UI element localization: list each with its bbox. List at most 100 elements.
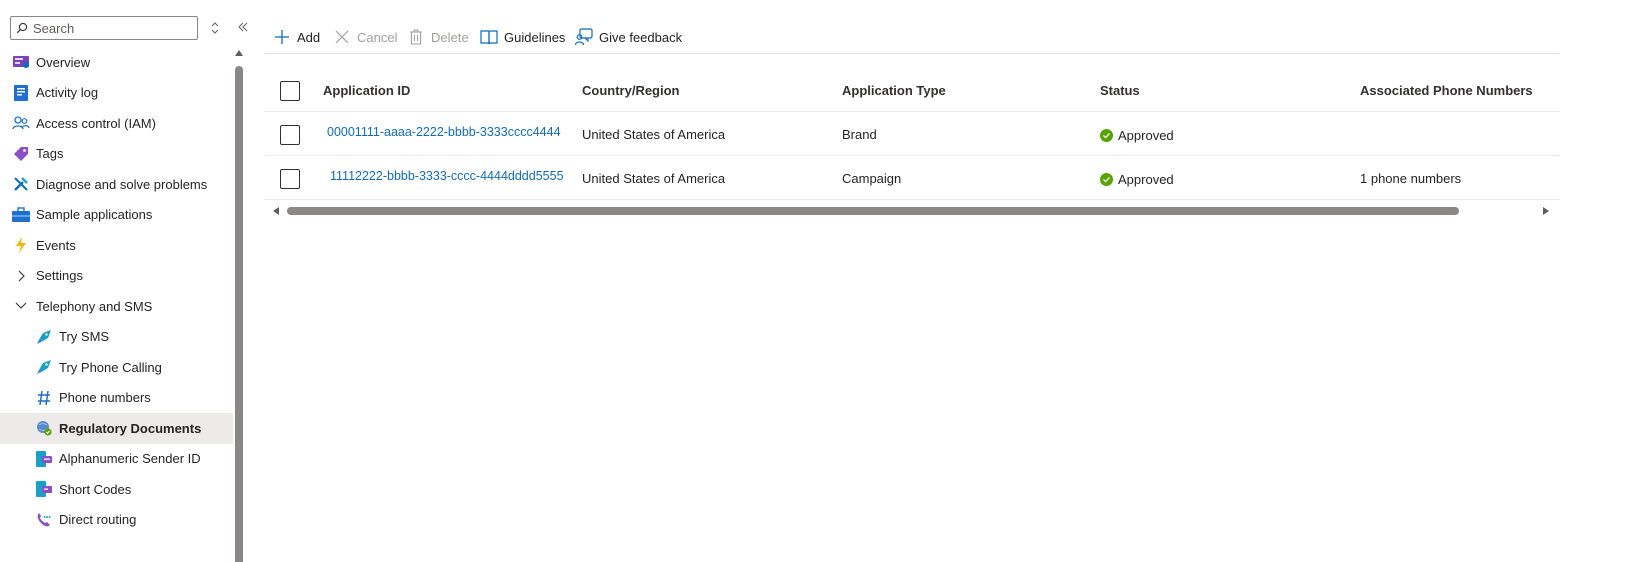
document-check-icon: [35, 419, 53, 437]
sidebar-item-try-phone-calling[interactable]: Try Phone Calling: [0, 352, 233, 383]
phone-routing-icon: [35, 511, 53, 529]
status-text: Approved: [1118, 127, 1174, 143]
sidebar-item-activity-log[interactable]: Activity log: [0, 78, 233, 109]
sidebar-item-label: Try SMS: [59, 329, 110, 345]
column-header-application-id[interactable]: Application ID: [323, 68, 410, 112]
delete-label: Delete: [431, 29, 469, 45]
sidebar-item-try-sms[interactable]: Try SMS: [0, 322, 233, 353]
horizontal-scrollbar-thumb[interactable]: [287, 207, 1459, 215]
collapse-menu-icon[interactable]: [234, 18, 252, 36]
sidebar-item-diagnose[interactable]: Diagnose and solve problems: [0, 169, 233, 200]
menu-search-input[interactable]: [33, 19, 193, 37]
column-header-associated-phone-numbers[interactable]: Associated Phone Numbers: [1360, 68, 1533, 112]
column-header-application-type[interactable]: Application Type: [842, 68, 946, 112]
add-button[interactable]: Add: [273, 26, 320, 48]
sidebar-item-tags[interactable]: Tags: [0, 139, 233, 170]
plus-icon: [273, 28, 291, 46]
book-icon: [480, 28, 498, 46]
associated-phone-numbers-cell: 1 phone numbers: [1360, 170, 1462, 186]
sidebar-item-label: Tags: [36, 146, 64, 162]
lightning-icon: [12, 236, 30, 254]
sidebar-item-direct-routing[interactable]: Direct routing: [0, 505, 233, 536]
hash-icon: [35, 389, 53, 407]
scroll-left-arrow-icon[interactable]: [273, 207, 279, 215]
sidebar-item-regulatory-documents[interactable]: Regulatory Documents: [0, 413, 233, 444]
sidebar-item-phone-numbers[interactable]: Phone numbers: [0, 383, 233, 414]
sidebar-item-label: Short Codes: [59, 481, 132, 497]
sidebar-item-label: Diagnose and solve problems: [36, 176, 208, 192]
sidebar-item-label: Regulatory Documents: [59, 420, 202, 436]
sidebar-item-label: Overview: [36, 54, 91, 70]
menu-scrollbar-thumb[interactable]: [235, 66, 243, 562]
search-icon: [16, 22, 28, 34]
tag-icon: [12, 145, 30, 163]
people-icon: [12, 114, 30, 132]
sidebar-group-telephony-sms[interactable]: Telephony and SMS: [0, 291, 233, 322]
application-id-text[interactable]: 00001111-aaaa-2222-bbbb-3333cccc4444: [327, 125, 561, 139]
add-label: Add: [297, 29, 321, 45]
sidebar-item-sample-applications[interactable]: Sample applications: [0, 200, 233, 231]
approved-check-icon: [1100, 172, 1113, 186]
country-region-cell: United States of America: [582, 170, 726, 186]
sidebar-item-label: Telephony and SMS: [36, 298, 153, 314]
sidebar-item-label: Alphanumeric Sender ID: [59, 451, 201, 467]
sidebar-item-short-codes[interactable]: Short Codes: [0, 474, 233, 505]
activity-log-icon: [12, 84, 30, 102]
rocket-icon: [35, 358, 53, 376]
application-type-cell: Brand: [842, 126, 877, 142]
menu-search-box[interactable]: [10, 16, 198, 40]
application-id-link[interactable]: 11112222-bbbb-3333-cccc-4444dddd5555: [330, 154, 564, 198]
main-content: Add Cancel Delete Guidelines Give feedba…: [265, 0, 1645, 562]
guidelines-button[interactable]: Guidelines: [480, 26, 565, 48]
application-id-text[interactable]: 11112222-bbbb-3333-cccc-4444dddd5555: [330, 169, 564, 183]
table-header-row: Application ID Country/Region Applicatio…: [265, 68, 1559, 112]
table-horizontal-scrollbar[interactable]: [265, 204, 1559, 220]
select-all-checkbox[interactable]: [280, 81, 300, 101]
feedback-icon: [575, 28, 593, 46]
scroll-up-arrow-icon[interactable]: [235, 50, 243, 56]
guidelines-label: Guidelines: [504, 29, 566, 45]
close-icon: [333, 28, 351, 46]
column-header-country-region[interactable]: Country/Region: [582, 68, 680, 112]
command-bar: Add Cancel Delete Guidelines Give feedba…: [265, 24, 1559, 54]
sidebar-item-label: Events: [36, 237, 76, 253]
approved-check-icon: [1100, 128, 1113, 142]
sidebar-item-access-control[interactable]: Access control (IAM): [0, 108, 233, 139]
country-region-cell: United States of America: [582, 126, 726, 142]
table-row[interactable]: 11112222-bbbb-3333-cccc-4444dddd5555 Uni…: [265, 156, 1559, 200]
sidebar-item-label: Activity log: [36, 85, 99, 101]
status-cell: Approved: [1100, 157, 1174, 201]
sidebar-item-overview[interactable]: Overview: [0, 47, 233, 78]
table-row[interactable]: 00001111-aaaa-2222-bbbb-3333cccc4444 Uni…: [265, 112, 1559, 156]
applications-table: Application ID Country/Region Applicatio…: [265, 68, 1559, 200]
give-feedback-button[interactable]: Give feedback: [575, 26, 682, 48]
sidebar-item-alphanumeric-sender-id[interactable]: Alphanumeric Sender ID: [0, 444, 233, 475]
chevron-right-icon: [12, 267, 30, 285]
column-header-status[interactable]: Status: [1100, 68, 1140, 112]
row-checkbox[interactable]: [280, 125, 300, 145]
application-type-cell: Campaign: [842, 170, 902, 186]
cancel-button[interactable]: Cancel: [333, 26, 397, 48]
resource-menu: Overview Activity log Access control (IA…: [0, 0, 250, 562]
delete-button[interactable]: Delete: [407, 26, 469, 48]
chevron-down-icon: [12, 297, 30, 315]
sidebar-item-label: Sample applications: [36, 207, 153, 223]
sort-toggle-icon[interactable]: [208, 20, 222, 36]
sidebar-item-label: Try Phone Calling: [59, 359, 162, 375]
row-checkbox[interactable]: [280, 169, 300, 189]
status-text: Approved: [1118, 171, 1174, 187]
sidebar-item-label: Settings: [36, 268, 83, 284]
menu-search-row: [10, 16, 250, 40]
cancel-label: Cancel: [357, 29, 398, 45]
scroll-right-arrow-icon[interactable]: [1543, 207, 1549, 215]
sidebar-item-events[interactable]: Events: [0, 230, 233, 261]
wrench-icon: [12, 175, 30, 193]
application-id-link[interactable]: 00001111-aaaa-2222-bbbb-3333cccc4444: [327, 110, 561, 154]
short-code-icon: [35, 480, 53, 498]
rocket-icon: [35, 328, 53, 346]
toolbox-icon: [12, 206, 30, 224]
sender-id-icon: [35, 450, 53, 468]
sidebar-group-settings[interactable]: Settings: [0, 261, 233, 292]
menu-scrollbar[interactable]: [234, 50, 244, 562]
give-feedback-label: Give feedback: [599, 29, 683, 45]
